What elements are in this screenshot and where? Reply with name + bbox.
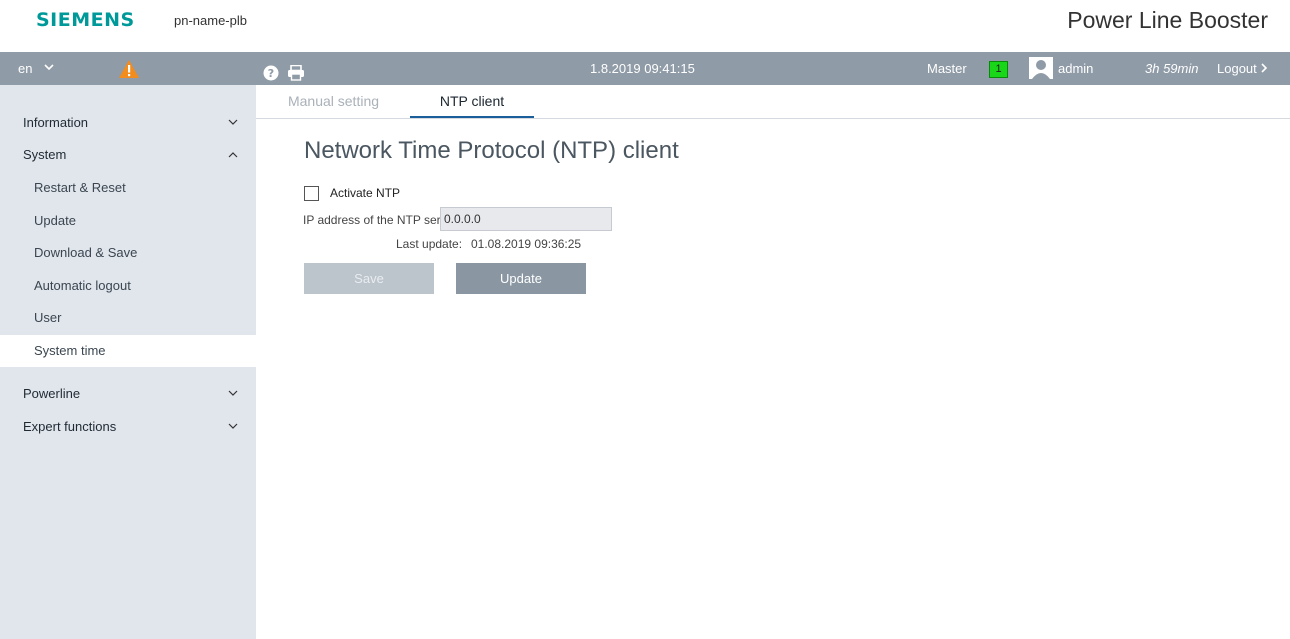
tab-divider bbox=[256, 118, 1290, 119]
username: admin bbox=[1058, 61, 1094, 76]
warning-icon[interactable] bbox=[118, 58, 140, 78]
sidebar-subitem-update[interactable]: Update bbox=[0, 205, 256, 237]
user-avatar-icon bbox=[1029, 57, 1053, 79]
sidebar-item-expert-functions[interactable]: Expert functions bbox=[0, 411, 256, 443]
tab-ntp-client[interactable]: NTP client bbox=[410, 85, 534, 118]
sidebar: Information System Restart & Reset Updat… bbox=[0, 85, 256, 639]
sidebar-item-label: Information bbox=[23, 115, 89, 130]
sidebar-item-system[interactable]: System bbox=[0, 139, 256, 171]
logout-button[interactable]: Logout bbox=[1217, 52, 1268, 85]
sidebar-subitem-automatic-logout[interactable]: Automatic logout bbox=[0, 270, 256, 302]
chevron-down-icon bbox=[228, 107, 238, 139]
activate-ntp-label: Activate NTP bbox=[330, 186, 401, 200]
master-status-badge: 1 bbox=[989, 61, 1008, 78]
current-datetime: 1.8.2019 09:41:15 bbox=[590, 61, 695, 76]
tab-manual-setting[interactable]: Manual setting bbox=[257, 85, 410, 118]
header: SIEMENS pn-name-plb Power Line Booster bbox=[0, 0, 1290, 52]
sidebar-subitem-restart-reset[interactable]: Restart & Reset bbox=[0, 172, 256, 204]
language-label: en bbox=[18, 61, 33, 76]
sidebar-subitem-label: Download & Save bbox=[34, 245, 138, 260]
language-selector[interactable]: en bbox=[18, 52, 54, 85]
siemens-logo: SIEMENS bbox=[36, 9, 135, 31]
sidebar-subitem-user[interactable]: User bbox=[0, 302, 256, 334]
save-button[interactable]: Save bbox=[304, 263, 434, 294]
sidebar-item-powerline[interactable]: Powerline bbox=[0, 378, 256, 410]
chevron-down-icon bbox=[44, 50, 54, 83]
role-label: Master bbox=[927, 61, 967, 76]
sidebar-item-information[interactable]: Information bbox=[0, 107, 256, 139]
device-name: pn-name-plb bbox=[174, 13, 247, 28]
chevron-up-icon bbox=[228, 139, 238, 171]
page-title: Network Time Protocol (NTP) client bbox=[304, 137, 679, 164]
logout-label: Logout bbox=[1217, 61, 1257, 76]
sidebar-item-label: System bbox=[23, 147, 67, 162]
chevron-down-icon bbox=[228, 411, 238, 443]
sidebar-subitem-label: User bbox=[34, 310, 62, 325]
chevron-down-icon bbox=[228, 378, 238, 410]
sidebar-subitem-label: Restart & Reset bbox=[34, 180, 126, 195]
ntp-server-ip-input[interactable] bbox=[440, 207, 612, 231]
activate-ntp-checkbox[interactable] bbox=[304, 186, 319, 201]
sidebar-subitem-label: System time bbox=[34, 343, 106, 358]
sidebar-subitem-download-save[interactable]: Download & Save bbox=[0, 237, 256, 269]
sidebar-subitem-label: Automatic logout bbox=[34, 278, 131, 293]
sidebar-item-label: Expert functions bbox=[23, 419, 117, 434]
top-bar: en ? 1.8.2019 09:41:15 Master 1 admin 3h… bbox=[0, 52, 1290, 85]
last-update-label: Last update: bbox=[396, 237, 463, 251]
sidebar-item-label: Powerline bbox=[23, 386, 81, 401]
update-button[interactable]: Update bbox=[456, 263, 586, 294]
session-timer: 3h 59min bbox=[1145, 61, 1199, 76]
ip-address-label: IP address of the NTP server: bbox=[303, 213, 461, 227]
sidebar-subitem-system-time[interactable]: System time bbox=[0, 335, 256, 367]
svg-text:?: ? bbox=[268, 67, 274, 80]
help-icon[interactable]: ? bbox=[263, 60, 279, 81]
print-icon[interactable] bbox=[287, 60, 305, 81]
product-title: Power Line Booster bbox=[1067, 7, 1268, 33]
chevron-right-icon bbox=[1260, 61, 1268, 76]
last-update-value: 01.08.2019 09:36:25 bbox=[471, 237, 582, 251]
sidebar-subitem-label: Update bbox=[34, 213, 76, 228]
